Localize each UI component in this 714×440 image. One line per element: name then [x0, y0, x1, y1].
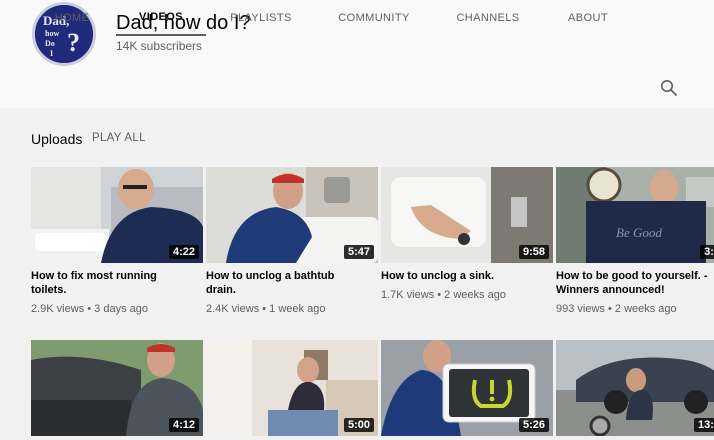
video-views: 2.4K views: [206, 303, 260, 315]
video-card[interactable]: 13:2: [556, 340, 714, 436]
video-duration: 5:00: [343, 418, 374, 432]
search-icon[interactable]: [660, 79, 678, 97]
video-thumbnail[interactable]: 5:00: [206, 340, 378, 436]
videos-section: Uploads PLAY ALL 4:22 How to fix most ru…: [0, 108, 714, 440]
video-card[interactable]: 9:58 How to unclog a sink. 1.7K views • …: [381, 167, 553, 301]
video-card[interactable]: 5:26: [381, 340, 553, 436]
video-thumbnail[interactable]: Be Good 3:1: [556, 167, 714, 263]
video-duration: 13:2: [693, 418, 714, 432]
tab-about[interactable]: ABOUT: [562, 0, 614, 36]
video-card[interactable]: Be Good 3:1 How to be good to yourself. …: [556, 167, 714, 315]
section-title: Uploads: [31, 131, 83, 147]
video-views: 1.7K views: [381, 289, 435, 301]
video-views: 993 views: [556, 303, 605, 315]
video-card[interactable]: 4:12: [31, 340, 203, 436]
video-duration: 5:47: [343, 245, 374, 259]
video-age: 1 week ago: [269, 303, 326, 315]
video-thumbnail[interactable]: 5:26: [381, 340, 553, 436]
video-title[interactable]: How to be good to yourself. - Winners an…: [556, 269, 714, 297]
thumbnail-image: [556, 340, 714, 436]
video-title[interactable]: How to unclog a bathtub drain.: [206, 269, 366, 297]
video-title[interactable]: How to unclog a sink.: [381, 269, 541, 283]
video-age: 2 weeks ago: [444, 289, 506, 301]
video-meta: 2.4K views • 1 week ago: [206, 303, 326, 315]
video-views: 2.9K views: [31, 303, 85, 315]
svg-text:I: I: [50, 49, 53, 58]
video-meta: 993 views • 2 weeks ago: [556, 303, 677, 315]
video-title[interactable]: How to fix most running toilets.: [31, 269, 191, 297]
channel-header: Dad, how Do I ? Dad, how do I? 14K subsc…: [0, 0, 714, 108]
tab-channels[interactable]: CHANNELS: [452, 0, 524, 36]
tab-playlists[interactable]: PLAYLISTS: [222, 0, 300, 36]
tab-community[interactable]: COMMUNITY: [334, 0, 414, 36]
video-duration: 4:12: [168, 418, 199, 432]
video-age: 3 days ago: [94, 303, 148, 315]
video-duration: 4:22: [168, 245, 199, 259]
video-meta: 1.7K views • 2 weeks ago: [381, 289, 506, 301]
video-duration: 9:58: [518, 245, 549, 259]
video-card[interactable]: 5:47 How to unclog a bathtub drain. 2.4K…: [206, 167, 378, 315]
video-thumbnail[interactable]: 4:12: [31, 340, 203, 436]
video-duration: 5:26: [518, 418, 549, 432]
video-card[interactable]: 5:00: [206, 340, 378, 436]
play-all-button[interactable]: PLAY ALL: [92, 132, 146, 144]
video-meta: 2.9K views • 3 days ago: [31, 303, 148, 315]
video-thumbnail[interactable]: 9:58: [381, 167, 553, 263]
thumbnail-image: Be Good: [556, 167, 714, 263]
svg-text:Be Good: Be Good: [616, 225, 662, 240]
svg-text:Do: Do: [45, 39, 55, 48]
video-thumbnail[interactable]: 13:2: [556, 340, 714, 436]
tab-videos[interactable]: VIDEOS: [116, 0, 206, 36]
tab-home[interactable]: HOME: [42, 0, 102, 36]
video-thumbnail[interactable]: 4:22: [31, 167, 203, 263]
video-age: 2 weeks ago: [614, 303, 677, 315]
video-thumbnail[interactable]: 5:47: [206, 167, 378, 263]
video-duration: 3:1: [700, 245, 714, 259]
video-card[interactable]: 4:22 How to fix most running toilets. 2.…: [31, 167, 203, 315]
subscriber-count: 14K subscribers: [116, 39, 203, 53]
